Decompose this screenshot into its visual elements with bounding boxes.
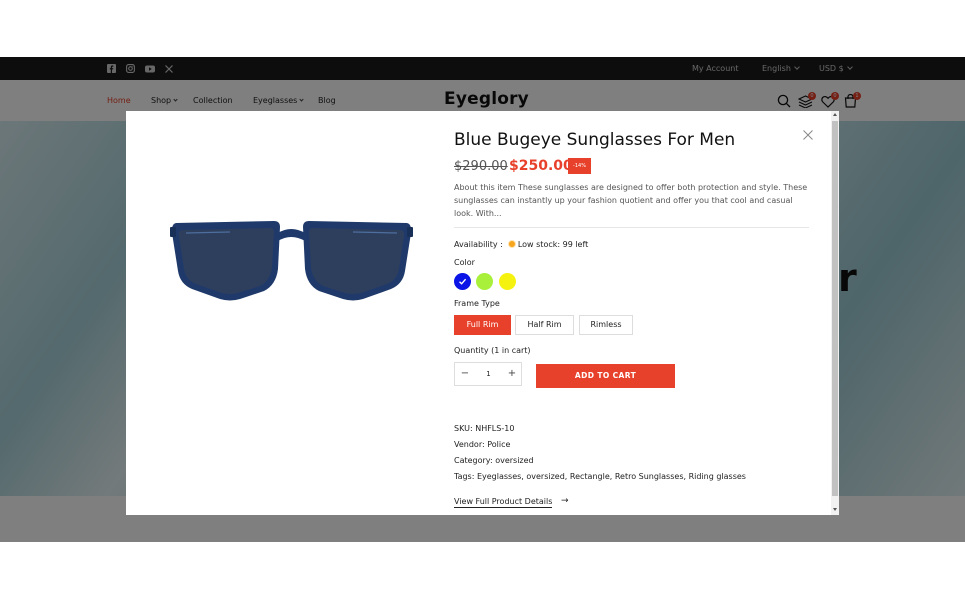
quantity-input[interactable]: 1 xyxy=(475,363,502,385)
product-image xyxy=(170,211,413,303)
arrow-right-icon: → xyxy=(561,496,569,506)
scrollbar-thumb[interactable] xyxy=(832,121,838,496)
scroll-up-icon[interactable] xyxy=(833,113,837,116)
quantity-decrease-button[interactable]: − xyxy=(455,363,475,385)
frame-type-full-rim[interactable]: Full Rim xyxy=(454,315,511,335)
product-category: Category: oversized xyxy=(454,456,534,465)
modal-scrollbar[interactable] xyxy=(831,111,839,515)
availability-label: Availability : xyxy=(454,240,503,249)
product-sku: SKU: NHFLS-10 xyxy=(454,424,515,433)
sale-price: $250.00 xyxy=(509,158,573,174)
color-swatch-green[interactable] xyxy=(476,273,493,290)
stock-text: Low stock: 99 left xyxy=(517,240,589,249)
quantity-increase-button[interactable]: + xyxy=(502,363,522,385)
scroll-down-icon[interactable] xyxy=(833,508,837,511)
add-to-cart-button[interactable]: ADD TO CART xyxy=(536,364,675,388)
frame-type-rimless[interactable]: Rimless xyxy=(579,315,633,335)
product-title: Blue Bugeye Sunglasses For Men xyxy=(454,130,736,150)
frame-type-label: Frame Type xyxy=(454,299,500,308)
view-full-details-link[interactable]: View Full Product Details xyxy=(454,497,553,508)
stock-status-icon xyxy=(508,241,515,247)
product-description: About this item These sunglasses are des… xyxy=(454,183,808,218)
discount-badge: -14% xyxy=(568,158,591,174)
quantity-stepper: − 1 + xyxy=(454,362,522,386)
quick-view-modal: Blue Bugeye Sunglasses For Men $290.00 $… xyxy=(126,111,839,515)
close-icon[interactable] xyxy=(802,126,814,140)
page: My Account English USD $ Home Shop Colle… xyxy=(0,0,965,600)
product-tags: Tags: Eyeglasses, oversized, Rectangle, … xyxy=(454,472,746,481)
color-label: Color xyxy=(454,258,475,267)
divider xyxy=(454,227,809,228)
product-vendor: Vendor: Police xyxy=(454,440,511,449)
frame-type-half-rim[interactable]: Half Rim xyxy=(515,315,574,335)
availability-row: Availability : Low stock: 99 left xyxy=(454,240,588,249)
color-swatch-blue[interactable] xyxy=(454,273,471,290)
compare-at-price: $290.00 xyxy=(454,159,508,174)
color-swatch-yellow[interactable] xyxy=(499,273,516,290)
quantity-label: Quantity (1 in cart) xyxy=(454,346,531,355)
